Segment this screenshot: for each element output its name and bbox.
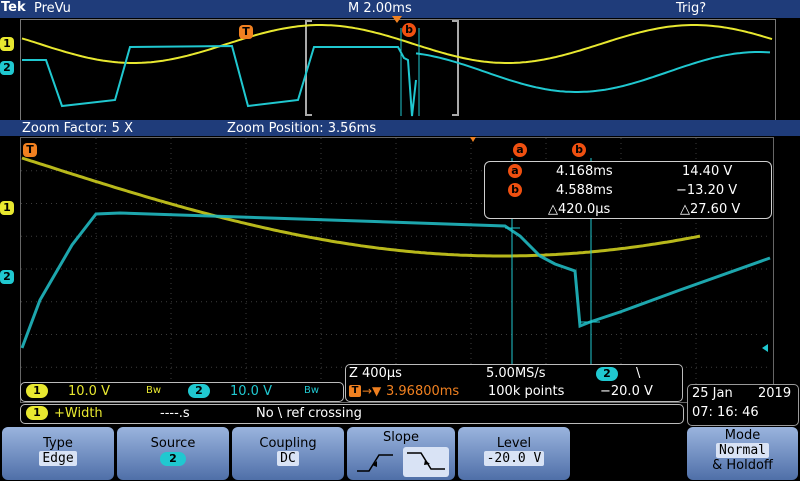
main-ch1-marker[interactable]: 1 [0, 201, 14, 215]
main-ch2-marker[interactable]: 2 [0, 270, 14, 284]
cursor-b-value: −13.20 V [676, 183, 738, 198]
cursor-b-time: 4.588ms [556, 183, 613, 198]
slope-label: Slope [382, 430, 420, 445]
cursor-a-time: 4.168ms [556, 164, 613, 179]
year-display: 2019 [758, 386, 792, 401]
zoom-timebase: Z 400µs [349, 366, 402, 381]
cursor-a-value: 14.40 V [682, 164, 733, 179]
mode-value: Normal [716, 443, 769, 458]
trigger-position-arrow-icon: →▼ [362, 384, 382, 398]
mode-label: Mode [724, 428, 761, 443]
source-label: Source [150, 436, 196, 451]
measurement-name: +Width [54, 406, 103, 421]
mode-button[interactable]: Mode Normal & Holdoff [687, 427, 798, 480]
trigger-slope-indicator: \ [636, 366, 641, 381]
source-value: 2 [160, 452, 186, 466]
trigger-position: 3.96800ms [386, 384, 460, 399]
source-button[interactable]: Source 2 [117, 427, 229, 480]
ch1-bandwidth-icon: Bᴡ [146, 385, 162, 396]
level-value: -20.0 V [483, 451, 545, 466]
cursor-delta-time: △420.0µs [548, 202, 611, 217]
type-label: Type [43, 436, 73, 451]
level-label: Level [496, 436, 532, 451]
readout-cursor-b-icon: b [508, 183, 522, 197]
trigger-source-badge: 2 [596, 367, 618, 381]
level-button[interactable]: Level -20.0 V [458, 427, 570, 480]
slope-falling-icon[interactable] [403, 447, 449, 477]
main-trigger-marker[interactable]: T [23, 143, 37, 157]
cursor-b-marker[interactable]: b [572, 143, 586, 157]
measurement-value: ----.s [160, 406, 190, 421]
trigger-position-icon: T [349, 385, 361, 397]
time-display: 07: 16: 46 [692, 405, 759, 420]
ch2-scale-badge[interactable]: 2 [188, 384, 210, 398]
ch2-bandwidth-icon: Bᴡ [304, 385, 320, 396]
measurement-channel-badge: 1 [26, 406, 48, 420]
readout-cursor-a-icon: a [508, 164, 522, 178]
coupling-label: Coupling [259, 436, 317, 451]
type-button[interactable]: Type Edge [2, 427, 114, 480]
date-display: 25 Jan [692, 386, 733, 401]
ch2-scale: 10.0 V [230, 384, 272, 399]
type-value: Edge [39, 451, 77, 466]
sample-rate: 5.00MS/s [486, 366, 546, 381]
trigger-level-readout: −20.0 V [600, 384, 653, 399]
slope-button[interactable]: Slope [347, 427, 455, 480]
cursor-delta-value: △27.60 V [680, 202, 741, 217]
slope-rising-icon[interactable] [353, 449, 397, 475]
mode-holdoff-label: & Holdoff [712, 458, 773, 473]
cursor-a-marker[interactable]: a [513, 143, 527, 157]
record-length: 100k points [488, 384, 565, 399]
ch1-scale-badge[interactable]: 1 [26, 384, 48, 398]
measurement-status: No \ ref crossing [256, 406, 362, 421]
ch1-scale: 10.0 V [68, 384, 110, 399]
coupling-value: DC [277, 451, 299, 466]
coupling-button[interactable]: Coupling DC [232, 427, 344, 480]
